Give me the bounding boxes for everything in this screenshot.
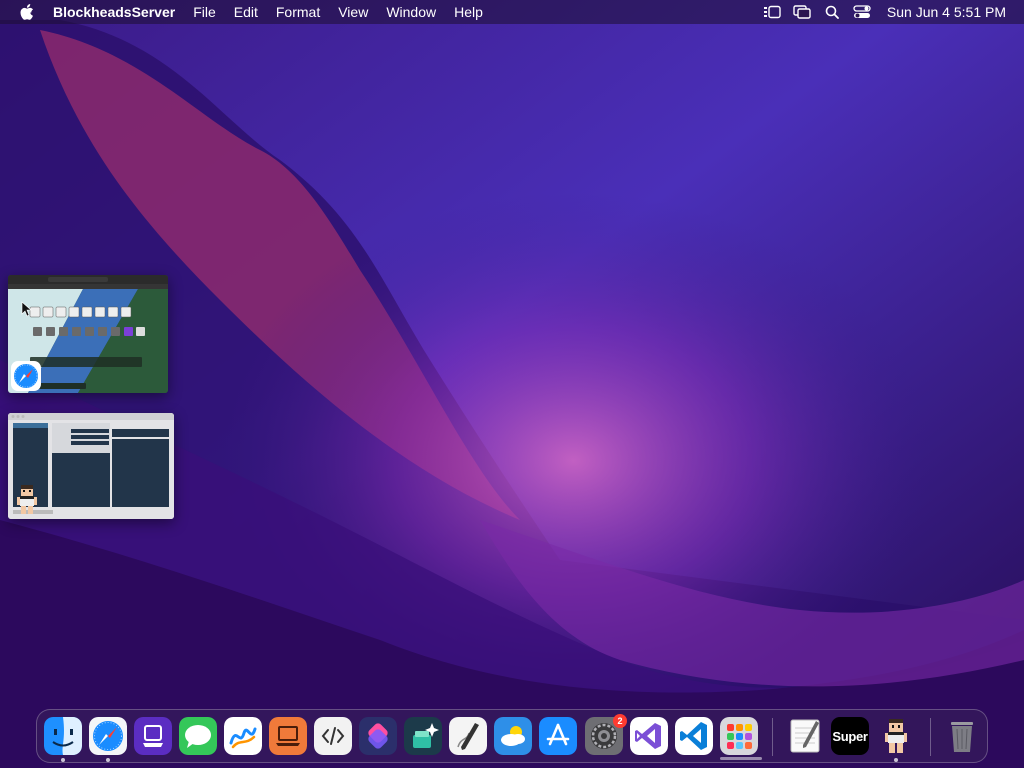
purple-stack-icon[interactable] <box>134 717 172 755</box>
settings-notification-badge: 2 <box>613 714 627 728</box>
launchpad-grid-icon[interactable] <box>720 717 758 755</box>
menu-edit[interactable]: Edit <box>225 0 267 24</box>
stage-manager-icon[interactable] <box>757 0 787 24</box>
shortcuts-icon[interactable] <box>359 717 397 755</box>
pen-paper-icon[interactable] <box>449 717 487 755</box>
blockheads-server-window-preview[interactable] <box>8 413 174 519</box>
app-menu[interactable]: BlockheadsServer <box>44 0 184 24</box>
menu-format[interactable]: Format <box>267 0 329 24</box>
vscode-icon[interactable] <box>675 717 713 755</box>
finder-icon[interactable] <box>44 717 82 755</box>
orange-laptop-icon[interactable] <box>269 717 307 755</box>
super-icon[interactable]: Super <box>831 717 869 755</box>
menu-window[interactable]: Window <box>377 0 445 24</box>
super-icon-label: Super <box>832 728 868 744</box>
safari-icon <box>11 361 41 391</box>
menu-file[interactable]: File <box>184 0 225 24</box>
menu-help[interactable]: Help <box>445 0 492 24</box>
code-brackets-icon[interactable] <box>314 717 352 755</box>
weather-icon[interactable] <box>494 717 532 755</box>
safari-icon[interactable] <box>89 717 127 755</box>
textedit-icon[interactable] <box>786 717 824 755</box>
spotlight-search-icon[interactable] <box>817 0 847 24</box>
dock-separator-trash <box>930 718 931 756</box>
safari-window-preview[interactable] <box>8 275 168 393</box>
freeform-icon[interactable] <box>224 717 262 755</box>
blockheads-running-indicator <box>894 758 898 762</box>
dock: 2 Super <box>36 709 988 763</box>
menu-bar: BlockheadsServer File Edit Format View W… <box>0 0 1024 24</box>
control-center-icon[interactable] <box>847 0 877 24</box>
blockhead-character-icon <box>14 483 40 517</box>
finder-running-indicator <box>61 758 65 762</box>
trash-icon[interactable] <box>943 717 981 755</box>
menu-view[interactable]: View <box>329 0 377 24</box>
messages-icon[interactable] <box>179 717 217 755</box>
visual-studio-icon[interactable] <box>630 717 668 755</box>
safari-running-indicator <box>106 758 110 762</box>
app-store-icon[interactable] <box>539 717 577 755</box>
screen-mirroring-icon[interactable] <box>787 0 817 24</box>
blockhead-character-icon[interactable] <box>877 717 915 755</box>
sparkle-box-icon[interactable] <box>404 717 442 755</box>
dock-scroll-indicator <box>720 757 762 760</box>
apple-menu-icon[interactable] <box>16 0 38 24</box>
menu-bar-clock[interactable]: Sun Jun 4 5:51 PM <box>887 4 1006 20</box>
dock-separator <box>772 718 773 756</box>
